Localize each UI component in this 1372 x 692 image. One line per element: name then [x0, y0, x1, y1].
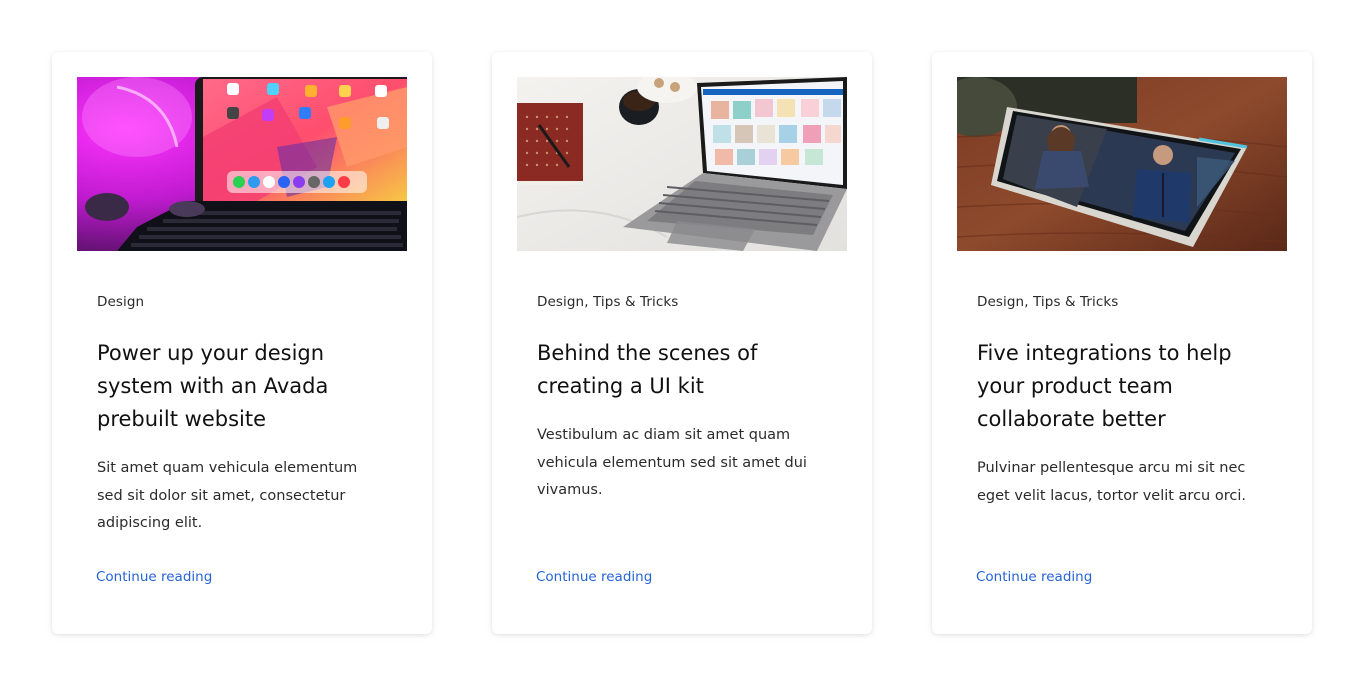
post-categories[interactable]: Design, Tips & Tricks	[537, 294, 678, 310]
post-categories[interactable]: Design, Tips & Tricks	[977, 294, 1118, 310]
continue-reading-link[interactable]: Continue reading	[976, 569, 1092, 585]
continue-reading-link[interactable]: Continue reading	[96, 569, 212, 585]
post-excerpt: Sit amet quam vehicula elementum sed sit…	[97, 460, 358, 531]
blog-post-card: Design, Tips & Tricks Five integrations …	[932, 52, 1312, 634]
post-excerpt: Vestibulum ac diam sit amet quam vehicul…	[537, 427, 807, 498]
post-title[interactable]: Power up your design system with an Avad…	[97, 337, 387, 436]
laptop-desk-image[interactable]	[517, 77, 847, 251]
tablet-on-wood-table-image[interactable]	[957, 77, 1287, 251]
post-excerpt: Pulvinar pellentesque arcu mi sit nec eg…	[977, 460, 1246, 504]
blog-post-card: Design Power up your design system with …	[52, 52, 432, 634]
blog-post-grid: Design Power up your design system with …	[0, 0, 1372, 692]
post-title[interactable]: Behind the scenes of creating a UI kit	[537, 337, 827, 403]
continue-reading-link[interactable]: Continue reading	[536, 569, 652, 585]
blog-post-card: Design, Tips & Tricks Behind the scenes …	[492, 52, 872, 634]
post-categories[interactable]: Design	[97, 294, 144, 310]
post-title[interactable]: Five integrations to help your product t…	[977, 337, 1267, 436]
ipad-keyboard-image[interactable]	[77, 77, 407, 251]
